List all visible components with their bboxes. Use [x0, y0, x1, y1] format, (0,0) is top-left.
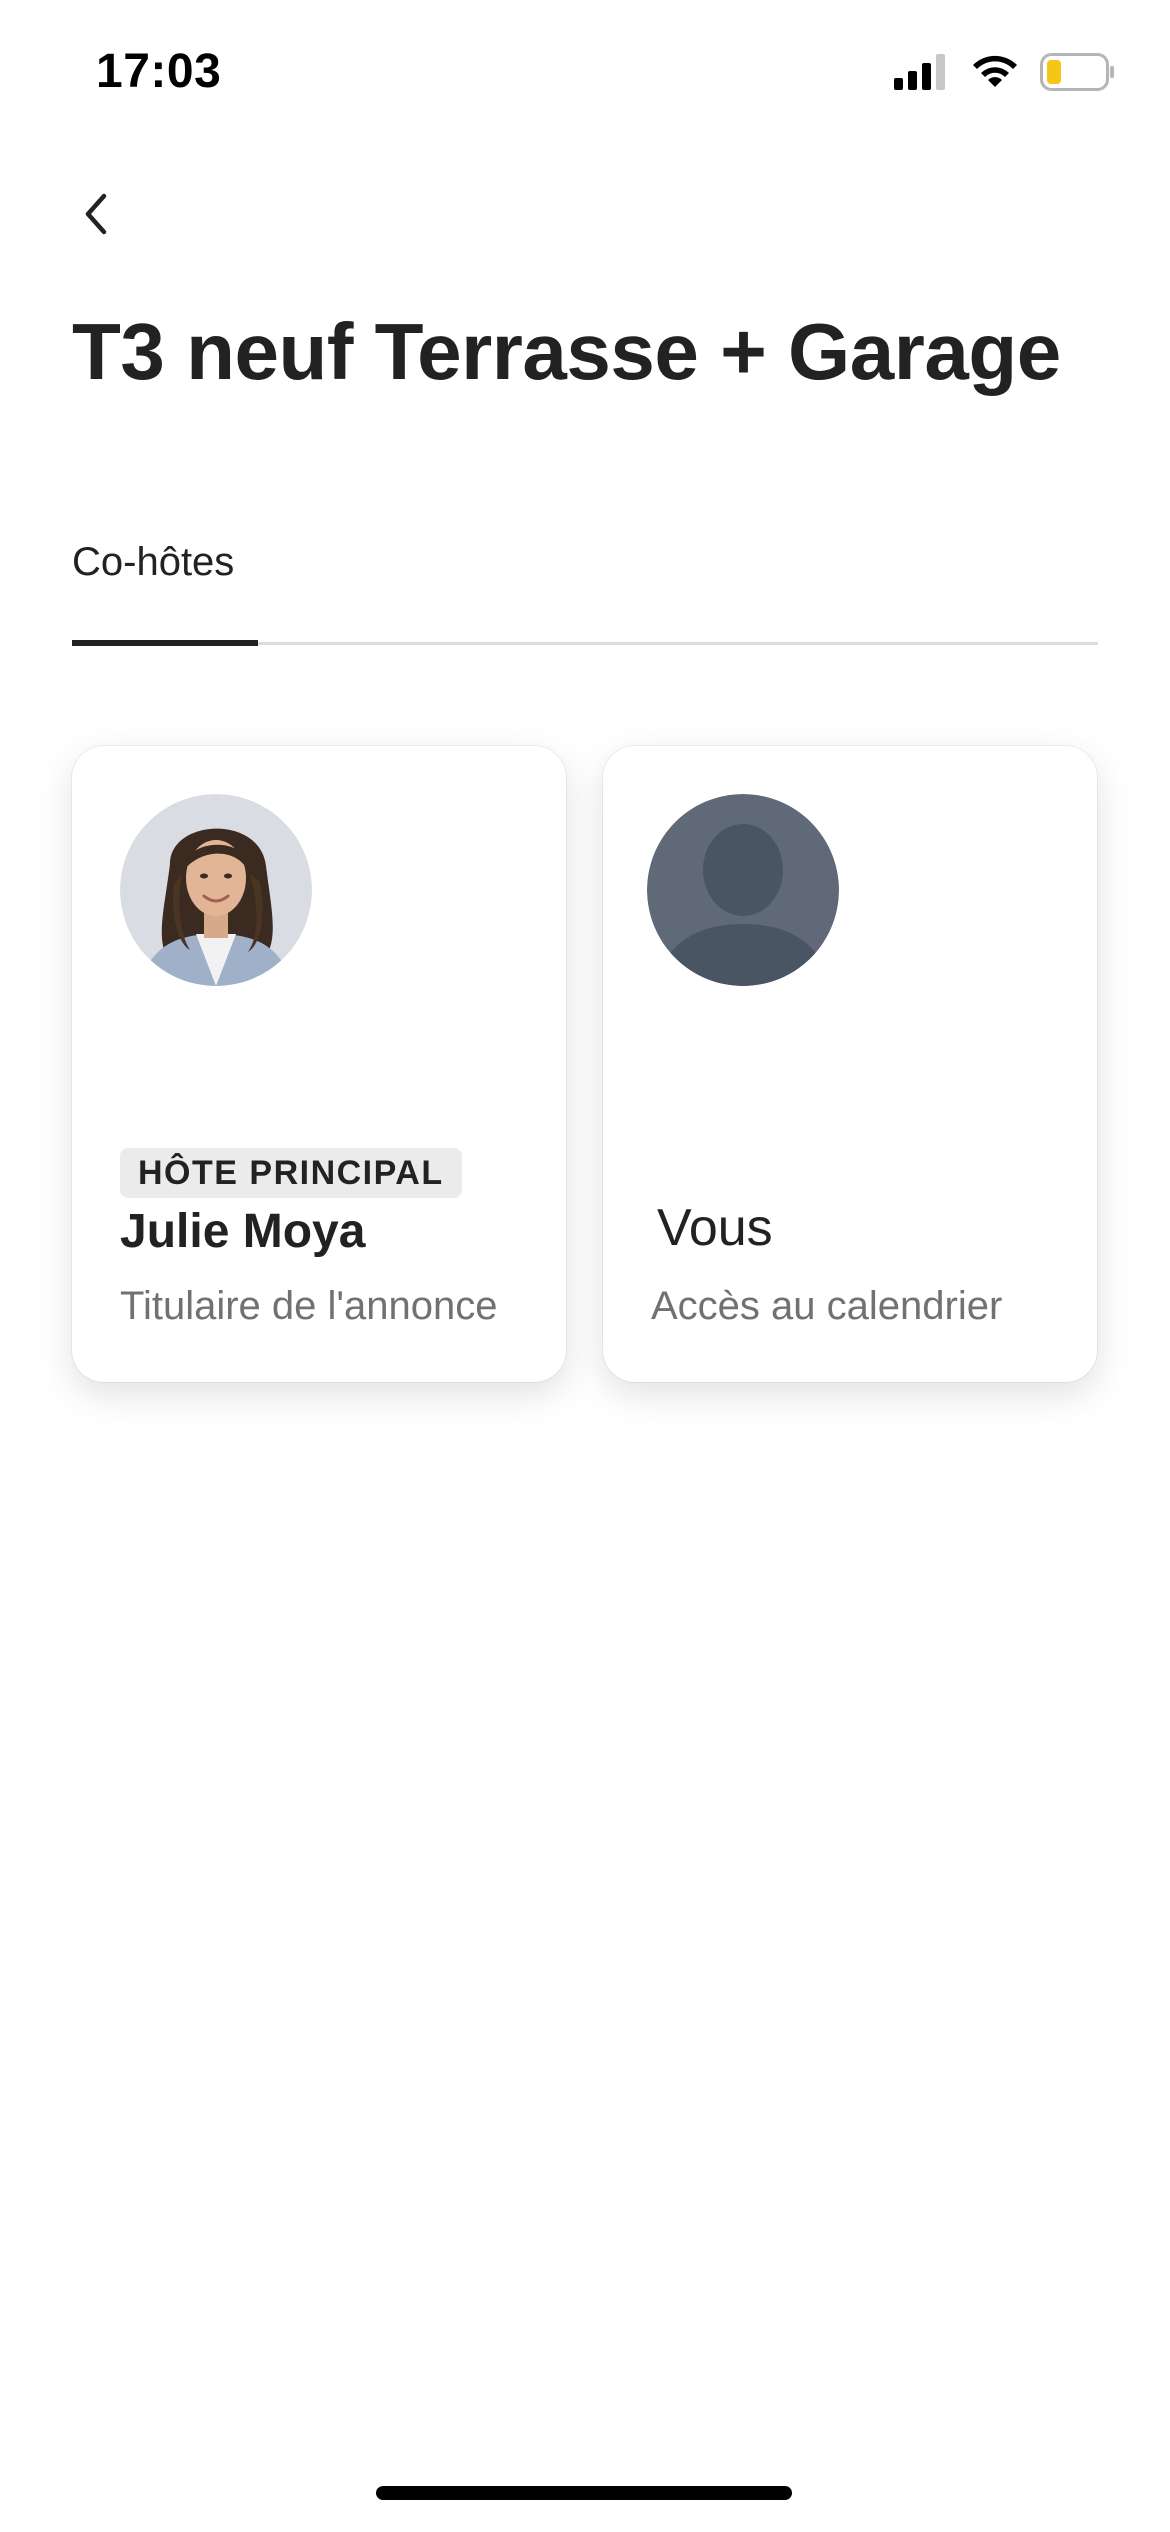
avatar — [120, 794, 312, 986]
status-icons — [894, 52, 1116, 96]
cohost-role: Accès au calendrier — [651, 1284, 1003, 1328]
cellular-signal-icon — [894, 53, 950, 95]
page-title: T3 neuf Terrasse + Garage — [72, 307, 1061, 396]
cohost-name: Vous — [657, 1199, 773, 1257]
status-bar: 17:03 — [0, 0, 1170, 150]
cohost-name: Julie Moya — [120, 1205, 366, 1258]
back-button[interactable] — [56, 176, 136, 256]
primary-host-badge: HÔTE PRINCIPAL — [120, 1148, 462, 1198]
status-time: 17:03 — [96, 45, 222, 98]
tab-selected-indicator — [72, 640, 258, 646]
home-indicator[interactable] — [376, 2486, 792, 2500]
battery-icon — [1040, 52, 1116, 96]
cohost-role: Titulaire de l'annonce — [120, 1284, 498, 1328]
tab-bar: Co-hôtes — [72, 530, 1098, 650]
screen: 17:03 T3 neuf Terrasse + Garage Co-hôtes… — [0, 0, 1170, 2532]
chevron-left-icon — [76, 190, 116, 243]
cohost-card-you[interactable]: Vous Accès au calendrier — [603, 746, 1097, 1382]
default-avatar-icon — [647, 794, 839, 986]
wifi-icon — [970, 53, 1020, 96]
cohost-card-primary[interactable]: HÔTE PRINCIPAL Julie Moya Titulaire de l… — [72, 746, 566, 1382]
tab-co-hosts[interactable]: Co-hôtes — [72, 540, 234, 585]
